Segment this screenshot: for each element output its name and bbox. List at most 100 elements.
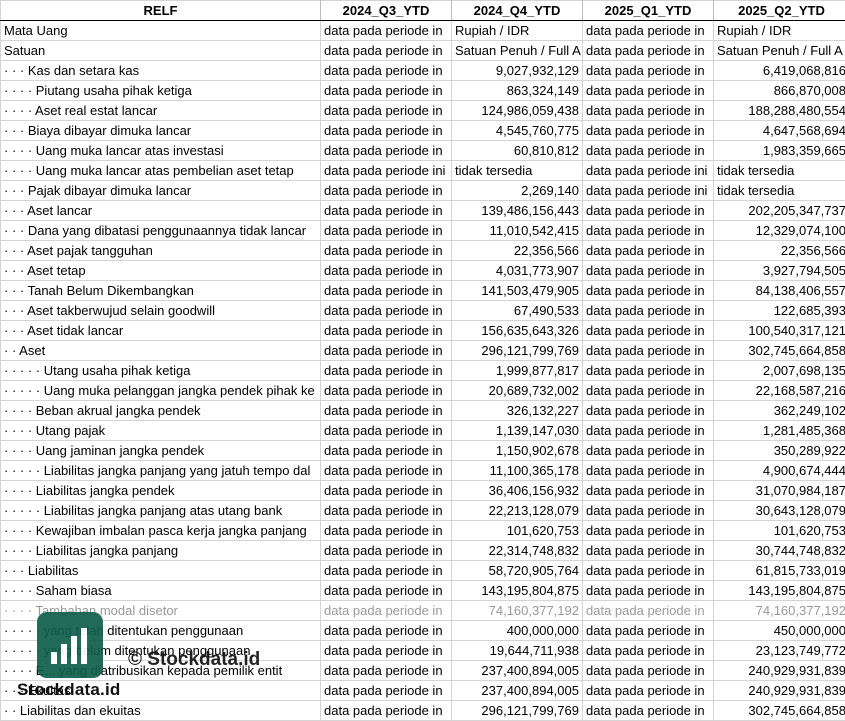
- value-cell[interactable]: data pada periode in: [320, 460, 452, 481]
- row-label-cell[interactable]: · · · · Liabilitas jangka panjang: [0, 540, 321, 561]
- value-cell[interactable]: data pada periode in: [320, 220, 452, 241]
- row-label-cell[interactable]: · · · Aset tetap: [0, 260, 321, 281]
- value-cell[interactable]: 302,745,664,858: [713, 700, 845, 721]
- value-cell[interactable]: data pada periode in: [582, 60, 714, 81]
- value-cell[interactable]: 22,314,748,832: [451, 540, 583, 561]
- value-cell[interactable]: data pada periode in: [582, 40, 714, 61]
- value-cell[interactable]: 2,269,140: [451, 180, 583, 201]
- value-cell[interactable]: 19,644,711,938: [451, 640, 583, 661]
- value-cell[interactable]: data pada periode in: [320, 640, 452, 661]
- header-2025-q2[interactable]: 2025_Q2_YTD: [713, 0, 845, 21]
- value-cell[interactable]: 240,929,931,839: [713, 660, 845, 681]
- value-cell[interactable]: 74,160,377,192: [713, 600, 845, 621]
- value-cell[interactable]: 4,031,773,907: [451, 260, 583, 281]
- value-cell[interactable]: data pada periode ini: [320, 160, 452, 181]
- value-cell[interactable]: 101,620,753: [713, 520, 845, 541]
- value-cell[interactable]: 6,419,068,816: [713, 60, 845, 81]
- value-cell[interactable]: data pada periode in: [582, 380, 714, 401]
- row-label-cell[interactable]: · · · Liabilitas: [0, 560, 321, 581]
- value-cell[interactable]: 863,324,149: [451, 80, 583, 101]
- value-cell[interactable]: data pada periode in: [320, 340, 452, 361]
- value-cell[interactable]: data pada periode in: [582, 520, 714, 541]
- value-cell[interactable]: 141,503,479,905: [451, 280, 583, 301]
- value-cell[interactable]: data pada periode in: [320, 100, 452, 121]
- value-cell[interactable]: 450,000,000: [713, 620, 845, 641]
- value-cell[interactable]: 9,027,932,129: [451, 60, 583, 81]
- row-label-cell[interactable]: · · · Aset lancar: [0, 200, 321, 221]
- value-cell[interactable]: 296,121,799,769: [451, 700, 583, 721]
- row-label-cell[interactable]: · · · Biaya dibayar dimuka lancar: [0, 120, 321, 141]
- value-cell[interactable]: 143,195,804,875: [451, 580, 583, 601]
- value-cell[interactable]: data pada periode in: [582, 340, 714, 361]
- value-cell[interactable]: data pada periode in: [582, 660, 714, 681]
- value-cell[interactable]: 100,540,317,121: [713, 320, 845, 341]
- value-cell[interactable]: 60,810,812: [451, 140, 583, 161]
- value-cell[interactable]: Satuan Penuh / Full A: [713, 40, 845, 61]
- row-label-cell[interactable]: · · · · Uang jaminan jangka pendek: [0, 440, 321, 461]
- value-cell[interactable]: 23,123,749,772: [713, 640, 845, 661]
- value-cell[interactable]: 3,927,794,505: [713, 260, 845, 281]
- value-cell[interactable]: data pada periode in: [582, 540, 714, 561]
- value-cell[interactable]: data pada periode in: [582, 640, 714, 661]
- value-cell[interactable]: data pada periode in: [582, 280, 714, 301]
- value-cell[interactable]: data pada periode in: [320, 520, 452, 541]
- value-cell[interactable]: data pada periode in: [582, 20, 714, 41]
- value-cell[interactable]: data pada periode in: [582, 440, 714, 461]
- value-cell[interactable]: 11,100,365,178: [451, 460, 583, 481]
- value-cell[interactable]: tidak tersedia: [713, 180, 845, 201]
- value-cell[interactable]: data pada periode in: [582, 320, 714, 341]
- value-cell[interactable]: Rupiah / IDR: [451, 20, 583, 41]
- value-cell[interactable]: 202,205,347,737: [713, 200, 845, 221]
- value-cell[interactable]: 84,138,406,557: [713, 280, 845, 301]
- value-cell[interactable]: 1,139,147,030: [451, 420, 583, 441]
- value-cell[interactable]: 58,720,905,764: [451, 560, 583, 581]
- row-label-cell[interactable]: · · · · Kewajiban imbalan pasca kerja ja…: [0, 520, 321, 541]
- value-cell[interactable]: 156,635,643,326: [451, 320, 583, 341]
- row-label-cell[interactable]: · · · Pajak dibayar dimuka lancar: [0, 180, 321, 201]
- row-label-cell[interactable]: · · · · Saham biasa: [0, 580, 321, 601]
- value-cell[interactable]: 36,406,156,932: [451, 480, 583, 501]
- value-cell[interactable]: data pada periode in: [582, 200, 714, 221]
- row-label-cell[interactable]: · · · · · Uang muka pelanggan jangka pen…: [0, 380, 321, 401]
- value-cell[interactable]: 139,486,156,443: [451, 200, 583, 221]
- value-cell[interactable]: data pada periode in: [582, 80, 714, 101]
- row-label-cell[interactable]: Mata Uang: [0, 20, 321, 41]
- value-cell[interactable]: 4,545,760,775: [451, 120, 583, 141]
- value-cell[interactable]: 302,745,664,858: [713, 340, 845, 361]
- header-2024-q3[interactable]: 2024_Q3_YTD: [320, 0, 452, 21]
- value-cell[interactable]: data pada periode in: [582, 460, 714, 481]
- value-cell[interactable]: data pada periode in: [582, 240, 714, 261]
- value-cell[interactable]: 866,870,008: [713, 80, 845, 101]
- value-cell[interactable]: data pada periode in: [582, 100, 714, 121]
- value-cell[interactable]: 143,195,804,875: [713, 580, 845, 601]
- value-cell[interactable]: data pada periode in: [582, 300, 714, 321]
- value-cell[interactable]: data pada periode in: [582, 360, 714, 381]
- value-cell[interactable]: 240,929,931,839: [713, 680, 845, 701]
- value-cell[interactable]: data pada periode in: [320, 500, 452, 521]
- value-cell[interactable]: data pada periode in: [582, 500, 714, 521]
- value-cell[interactable]: data pada periode in: [320, 200, 452, 221]
- header-2024-q4[interactable]: 2024_Q4_YTD: [451, 0, 583, 21]
- value-cell[interactable]: data pada periode in: [320, 440, 452, 461]
- value-cell[interactable]: data pada periode in: [320, 380, 452, 401]
- value-cell[interactable]: 4,900,674,444: [713, 460, 845, 481]
- value-cell[interactable]: tidak tersedia: [451, 160, 583, 181]
- value-cell[interactable]: data pada periode in: [320, 80, 452, 101]
- value-cell[interactable]: 350,289,922: [713, 440, 845, 461]
- value-cell[interactable]: data pada periode in: [320, 560, 452, 581]
- value-cell[interactable]: 20,689,732,002: [451, 380, 583, 401]
- value-cell[interactable]: data pada periode in: [320, 620, 452, 641]
- value-cell[interactable]: data pada periode in: [320, 120, 452, 141]
- row-label-cell[interactable]: · · · · Utang pajak: [0, 420, 321, 441]
- value-cell[interactable]: data pada periode in: [582, 700, 714, 721]
- row-label-cell[interactable]: Satuan: [0, 40, 321, 61]
- value-cell[interactable]: 101,620,753: [451, 520, 583, 541]
- value-cell[interactable]: data pada periode in: [320, 540, 452, 561]
- value-cell[interactable]: data pada periode in: [320, 240, 452, 261]
- value-cell[interactable]: 67,490,533: [451, 300, 583, 321]
- value-cell[interactable]: data pada periode in: [582, 260, 714, 281]
- value-cell[interactable]: 237,400,894,005: [451, 660, 583, 681]
- value-cell[interactable]: data pada periode in: [320, 480, 452, 501]
- value-cell[interactable]: data pada periode in: [320, 580, 452, 601]
- value-cell[interactable]: 237,400,894,005: [451, 680, 583, 701]
